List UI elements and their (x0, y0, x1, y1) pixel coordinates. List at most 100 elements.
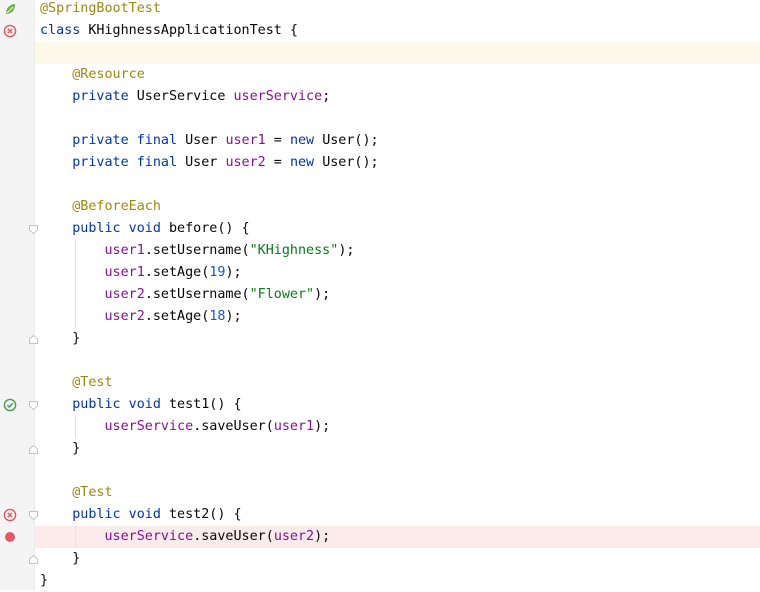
code-line[interactable]: } (35, 438, 760, 460)
code-token-field: user1 (273, 419, 315, 434)
code-token-kw: private final (72, 133, 186, 148)
code-token-plain: before() { (169, 221, 250, 236)
code-line[interactable] (35, 108, 760, 130)
code-line[interactable]: public void before() { (35, 218, 760, 240)
code-token-field: user1 (104, 243, 145, 258)
code-token-plain: User (185, 155, 226, 170)
fold-end-icon[interactable] (29, 445, 38, 454)
test-passed-icon[interactable] (3, 398, 17, 412)
code-line[interactable] (35, 174, 760, 196)
code-line[interactable]: @Resource (35, 64, 760, 86)
code-token-plain: ); (338, 243, 355, 258)
code-line[interactable]: user2.setUsername("Flower"); (35, 284, 760, 306)
spring-bean-icon[interactable] (3, 2, 17, 16)
indent-guide (75, 416, 76, 438)
code-line[interactable]: private final User user2 = new User(); (35, 152, 760, 174)
code-line[interactable]: @BeforeEach (35, 196, 760, 218)
code-token-plain: ; (322, 89, 331, 104)
code-token-str: "Flower" (249, 287, 315, 302)
indent-guide (75, 240, 76, 328)
fold-collapse-icon[interactable] (29, 225, 38, 234)
code-token-field: userService (233, 89, 323, 104)
code-token-kw: private (72, 89, 137, 104)
test-failed-icon[interactable] (3, 24, 17, 38)
code-token-str: "KHighness" (249, 243, 339, 258)
code-token-kw: new (289, 155, 323, 170)
code-line[interactable]: user2.setAge(18); (35, 306, 760, 328)
code-line[interactable]: } (35, 570, 760, 592)
code-token-plain: = (265, 133, 290, 148)
code-token-kw: public void (72, 507, 169, 522)
code-line[interactable]: private UserService userService; (35, 86, 760, 108)
code-line[interactable]: } (35, 328, 760, 350)
code-token-ann: @BeforeEach (72, 199, 161, 214)
code-line[interactable] (35, 42, 760, 64)
code-token-field: user2 (225, 155, 266, 170)
code-line[interactable]: private final User user1 = new User(); (35, 130, 760, 152)
indent-guide (75, 526, 76, 548)
fold-end-icon[interactable] (29, 555, 38, 564)
code-token-plain: = (265, 155, 290, 170)
code-line[interactable]: } (35, 548, 760, 570)
code-token-plain: } (72, 331, 81, 346)
code-token-plain: ); (225, 309, 242, 324)
code-token-plain: ); (314, 529, 331, 544)
code-token-field: user2 (104, 287, 145, 302)
code-line[interactable]: @Test (35, 482, 760, 504)
code-line[interactable]: public void test2() { (35, 504, 760, 526)
code-line[interactable] (35, 460, 760, 482)
test-failed-icon[interactable] (3, 508, 17, 522)
code-line[interactable]: user1.setUsername("KHighness"); (35, 240, 760, 262)
code-line[interactable]: @Test (35, 372, 760, 394)
fold-collapse-icon[interactable] (29, 511, 38, 520)
editor-gutter[interactable] (0, 0, 35, 590)
code-line[interactable] (35, 350, 760, 372)
code-token-plain: User (185, 133, 226, 148)
code-line[interactable]: public void test1() { (35, 394, 760, 416)
code-token-plain: .saveUser( (193, 419, 274, 434)
code-line[interactable]: user1.setAge(19); (35, 262, 760, 284)
code-line[interactable]: userService.saveUser(user1); (35, 416, 760, 438)
code-token-plain: ); (314, 419, 331, 434)
code-token-plain: .setAge( (144, 265, 210, 280)
code-token-ann: @Test (72, 375, 113, 390)
code-line[interactable]: @SpringBootTest (35, 0, 760, 20)
code-line[interactable]: userService.saveUser(user2); (35, 526, 760, 548)
code-token-plain: User(); (322, 155, 379, 170)
code-editor[interactable]: @SpringBootTest class KHighnessApplicatio… (35, 0, 760, 590)
code-token-plain: test2() { (169, 507, 242, 522)
fold-end-icon[interactable] (29, 335, 38, 344)
code-token-plain: ); (225, 265, 242, 280)
code-token-plain: } (72, 551, 81, 566)
code-token-ann: @SpringBootTest (40, 1, 161, 16)
code-token-plain: } (40, 573, 49, 588)
code-token-plain: .setUsername( (144, 243, 250, 258)
code-token-num: 18 (209, 309, 226, 324)
code-token-plain: KHighnessApplicationTest { (88, 23, 298, 38)
code-token-kw: private final (72, 155, 186, 170)
code-token-plain: .saveUser( (193, 529, 274, 544)
code-token-kw: class (40, 23, 89, 38)
code-token-ann: @Test (72, 485, 113, 500)
code-line[interactable]: class KHighnessApplicationTest { (35, 20, 760, 42)
breakpoint-icon[interactable] (3, 530, 17, 544)
code-token-field: userService (104, 529, 194, 544)
code-token-plain: ); (314, 287, 331, 302)
fold-collapse-icon[interactable] (29, 401, 38, 410)
